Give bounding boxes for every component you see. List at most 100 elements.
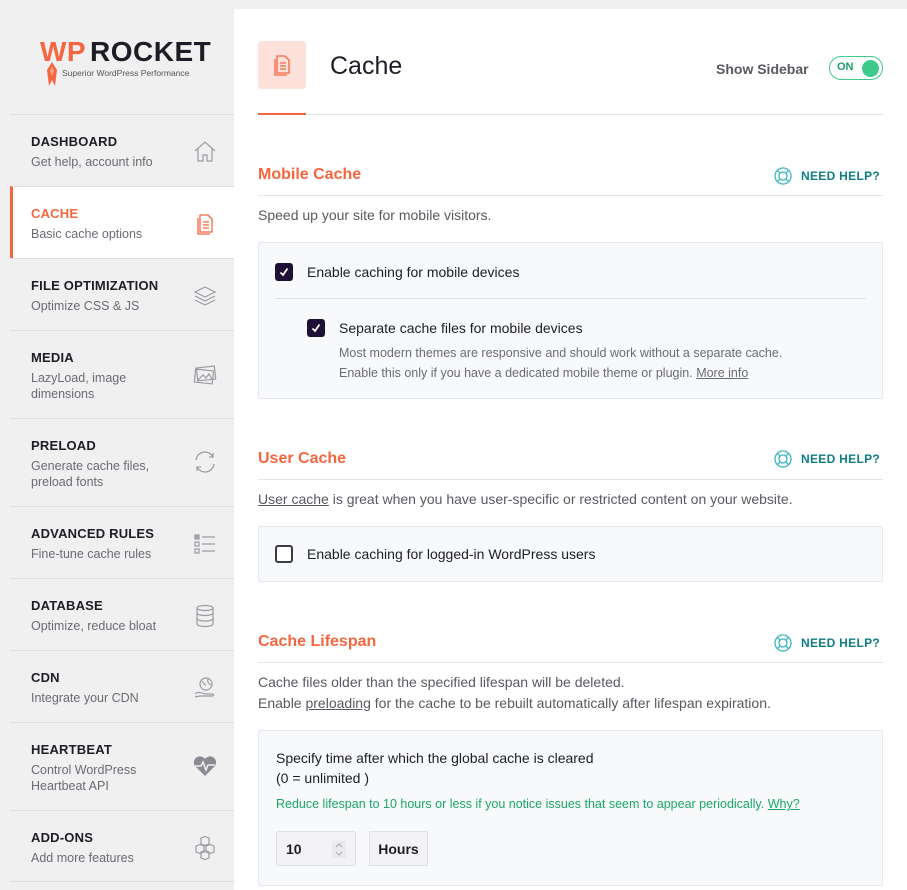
toggle-knob — [862, 59, 879, 77]
sidebar-item-file-optimization[interactable]: FILE OPTIMIZATION Optimize CSS & JS — [10, 258, 234, 330]
enable-logged-in-cache-checkbox[interactable]: Enable caching for logged-in WordPress u… — [275, 545, 595, 563]
images-icon — [193, 365, 217, 385]
sidebar-item-subtitle: Optimize CSS & JS — [31, 299, 140, 313]
sidebar-item-media[interactable]: MEDIA LazyLoad, image dimensions — [10, 330, 234, 418]
label-line-2: (0 = unlimited ) — [276, 770, 369, 786]
show-sidebar-toggle[interactable]: ON — [829, 56, 883, 80]
heartbeat-icon — [193, 756, 217, 776]
more-info-link[interactable]: More info — [696, 366, 748, 380]
globe-hand-icon — [194, 677, 215, 698]
section-title-user-cache: User Cache — [258, 450, 347, 467]
spinner-arrows-icon — [335, 843, 343, 856]
section-description: User cache is great when you have user-s… — [258, 489, 793, 510]
section-description: Speed up your site for mobile visitors. — [258, 207, 492, 223]
document-icon — [274, 55, 290, 76]
page-title: Cache — [330, 52, 403, 80]
lifebuoy-icon — [774, 634, 792, 652]
user-cache-link[interactable]: User cache — [258, 491, 329, 507]
sidebar-item-database[interactable]: DATABASE Optimize, reduce bloat — [10, 578, 234, 650]
lifebuoy-icon — [774, 450, 792, 468]
home-icon — [194, 141, 216, 162]
logo-tagline: Superior WordPress Performance — [62, 68, 190, 78]
checkmark-icon — [311, 323, 321, 333]
layers-icon — [193, 286, 217, 306]
description-text: for the cache to be rebuilt automaticall… — [370, 695, 771, 711]
sidebar-item-preload[interactable]: PRELOAD Generate cache files, preload fo… — [10, 418, 234, 506]
sidebar-item-subtitle: Add more features — [31, 851, 134, 865]
description-text: is great when you have user-specific or … — [328, 491, 793, 507]
toggle-label: ON — [837, 61, 854, 73]
sidebar-item-subtitle: Integrate your CDN — [31, 691, 139, 705]
checkbox-unchecked[interactable] — [275, 545, 293, 563]
lifespan-unit[interactable]: Hours — [369, 831, 428, 866]
sidebar-item-add-ons[interactable]: ADD-ONS Add more features — [10, 810, 234, 882]
why-link[interactable]: Why? — [768, 797, 800, 811]
section-title-mobile-cache: Mobile Cache — [258, 166, 362, 183]
description-line-2: Enable preloading for the cache to be re… — [258, 693, 771, 714]
sidebar-item-cache[interactable]: CACHE Basic cache options — [10, 186, 234, 258]
main-content: Cache Show Sidebar ON Mobile Cache NEED … — [234, 9, 907, 890]
option-divider — [275, 298, 866, 299]
help-line-2-text: Enable this only if you have a dedicated… — [339, 366, 693, 380]
lifespan-value: 10 — [286, 841, 302, 857]
need-help-label: NEED HELP? — [801, 452, 881, 466]
need-help-link-lifespan[interactable]: NEED HELP? — [773, 633, 880, 653]
sidebar-item-subtitle: Fine-tune cache rules — [31, 547, 152, 561]
header-divider-accent — [258, 113, 306, 115]
section-description: Cache files older than the specified lif… — [258, 672, 771, 714]
description-text: Enable — [258, 695, 306, 711]
need-help-link-user[interactable]: NEED HELP? — [773, 449, 880, 469]
help-line-2: Enable this only if you have a dedicated… — [339, 363, 782, 383]
checklist-icon — [194, 534, 215, 554]
sidebar-item-subtitle: Basic cache options — [31, 227, 143, 241]
sidebar-item-subtitle: Get help, account info — [31, 155, 153, 169]
document-icon — [197, 214, 213, 235]
checkbox-checked[interactable] — [275, 263, 293, 281]
lifebuoy-icon — [774, 167, 792, 185]
sidebar-item-heartbeat[interactable]: HEARTBEAT Control WordPress Heartbeat AP… — [10, 722, 234, 810]
section-divider — [258, 195, 883, 196]
label-line-1: Specify time after which the global cach… — [276, 750, 594, 766]
sidebar-item-subtitle: Optimize, reduce bloat — [31, 619, 157, 633]
checkbox-label: Enable caching for logged-in WordPress u… — [307, 546, 596, 562]
sidebar-item-advanced-rules[interactable]: ADVANCED RULES Fine-tune cache rules — [10, 506, 234, 578]
checkbox-label: Enable caching for mobile devices — [307, 264, 520, 280]
separate-cache-help: Most modern themes are responsive and sh… — [339, 343, 782, 383]
section-title-cache-lifespan: Cache Lifespan — [258, 633, 377, 650]
page-icon — [258, 41, 306, 89]
number-spinner[interactable] — [332, 841, 346, 858]
need-help-link-mobile[interactable]: NEED HELP? — [773, 166, 880, 186]
sidebar: WP ROCKET Superior WordPress Performance… — [0, 0, 234, 890]
show-sidebar-label: Show Sidebar — [716, 61, 809, 77]
cubes-icon — [195, 835, 215, 861]
checkbox-label: Separate cache files for mobile devices — [339, 320, 583, 336]
lifespan-number-input[interactable]: 10 — [276, 831, 356, 866]
cache-lifespan-box: Specify time after which the global cach… — [258, 730, 883, 886]
enable-mobile-cache-checkbox[interactable]: Enable caching for mobile devices — [275, 263, 519, 281]
lifespan-tip: Reduce lifespan to 10 hours or less if y… — [276, 797, 800, 811]
help-line-1: Most modern themes are responsive and sh… — [339, 346, 783, 360]
header-divider — [258, 114, 883, 115]
mobile-cache-options-box: Enable caching for mobile devices Separa… — [258, 242, 883, 399]
tip-text: Reduce lifespan to 10 hours or less if y… — [276, 797, 768, 811]
section-divider — [258, 662, 883, 663]
sidebar-nav: DASHBOARD Get help, account info CACHE B… — [10, 114, 234, 882]
user-cache-options-box: Enable caching for logged-in WordPress u… — [258, 526, 883, 582]
wp-rocket-logo[interactable]: WP ROCKET Superior WordPress Performance — [38, 36, 212, 88]
database-icon — [196, 604, 214, 628]
checkbox-checked[interactable] — [307, 319, 325, 337]
need-help-label: NEED HELP? — [801, 169, 881, 183]
sidebar-item-subtitle: LazyLoad, image dimensions — [31, 371, 127, 401]
sidebar-item-subtitle: Control WordPress Heartbeat API — [31, 763, 137, 793]
description-line-1: Cache files older than the specified lif… — [258, 674, 625, 690]
sidebar-item-cdn[interactable]: CDN Integrate your CDN — [10, 650, 234, 722]
separate-mobile-cache-checkbox[interactable]: Separate cache files for mobile devices — [307, 319, 583, 337]
lifespan-field-label: Specify time after which the global cach… — [276, 748, 594, 788]
section-divider — [258, 479, 883, 480]
checkmark-icon — [279, 267, 289, 277]
sidebar-item-dashboard[interactable]: DASHBOARD Get help, account info — [10, 114, 234, 186]
preloading-link[interactable]: preloading — [305, 695, 370, 711]
logo-rocket: ROCKET — [90, 36, 212, 67]
rocket-flame-icon — [47, 62, 57, 86]
refresh-icon — [195, 451, 215, 473]
